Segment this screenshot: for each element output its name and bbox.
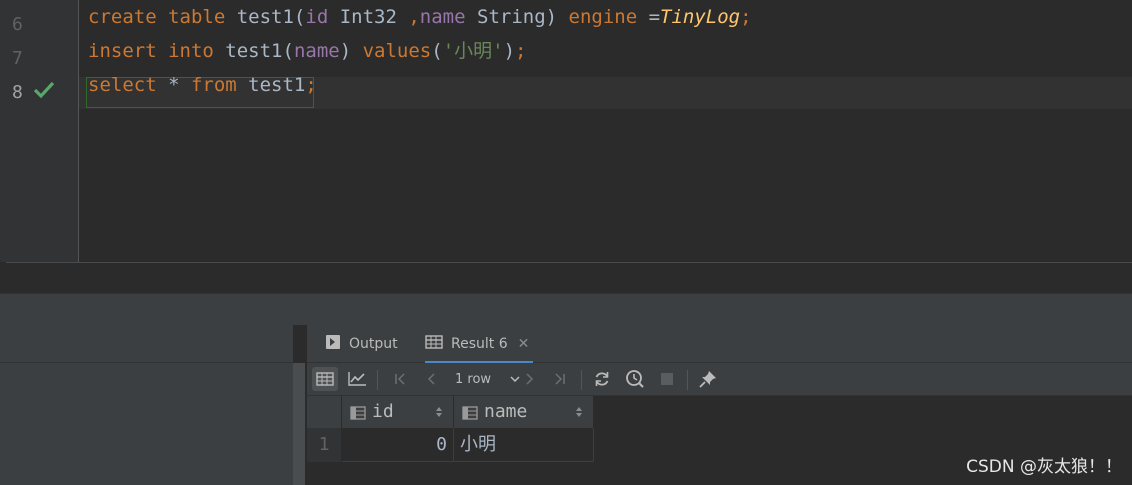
panel-splitter[interactable] (293, 363, 305, 485)
code-token: ; (515, 40, 527, 62)
history-clock-icon[interactable] (622, 367, 648, 391)
result-tab-bar: Output Result 6 ✕ (307, 325, 1132, 364)
last-page-icon[interactable] (547, 367, 573, 391)
result-toolbar (307, 363, 1132, 396)
code-token: values (362, 40, 432, 62)
column-header-label: name (484, 401, 528, 422)
table-view-icon[interactable] (312, 367, 338, 391)
code-line[interactable]: create table test1(id Int32 ,name String… (88, 0, 752, 34)
code-token: , (408, 6, 420, 28)
column-header-id[interactable]: id (342, 396, 454, 428)
row-number-header (307, 396, 342, 428)
sort-toggle-icon[interactable] (435, 396, 443, 418)
code-token: from (190, 74, 237, 96)
line-number-gutter: 6 7 8 (0, 0, 79, 262)
code-token: name (419, 6, 466, 28)
gutter-line[interactable]: 8 (0, 76, 78, 110)
stop-icon[interactable] (654, 367, 680, 391)
editor-footer-strip (0, 263, 1132, 293)
row-count-selector[interactable]: 1 row (455, 363, 491, 396)
close-icon[interactable]: ✕ (518, 336, 530, 352)
code-token: ) (339, 40, 363, 62)
code-token: ; (740, 6, 752, 28)
code-token: id (305, 6, 329, 28)
line-number: 8 (12, 82, 23, 103)
line-number: 7 (12, 48, 23, 69)
tab-result[interactable]: Result 6 ✕ (425, 325, 534, 364)
code-token: Int32 (328, 6, 409, 28)
code-token: * (156, 74, 191, 96)
code-token: test1 (236, 74, 306, 96)
checkmark-icon (33, 81, 55, 103)
code-line[interactable]: insert into test1(name) values('小明'); (88, 34, 526, 68)
code-token: ) (503, 40, 516, 62)
code-token: table (168, 6, 226, 28)
code-token: ; (305, 74, 317, 96)
code-line[interactable]: select * from test1; (88, 68, 317, 102)
code-token: engine (568, 6, 638, 28)
tab-output[interactable]: Output (325, 325, 398, 363)
gutter-line[interactable]: 7 (0, 42, 78, 76)
watermark: CSDN @灰太狼！！ (966, 457, 1122, 477)
next-page-icon[interactable] (516, 367, 542, 391)
code-token: select (88, 74, 157, 96)
chart-view-icon[interactable] (344, 367, 370, 391)
column-header-name[interactable]: name (454, 396, 594, 428)
pin-tab-icon[interactable] (695, 367, 721, 391)
code-token: insert (88, 40, 157, 62)
code-token: test1( (225, 6, 306, 28)
first-page-icon[interactable] (387, 367, 413, 391)
tab-result-label: Result 6 (451, 336, 508, 352)
code-token: create (88, 6, 157, 28)
console-output-icon (325, 334, 341, 354)
column-type-icon (350, 405, 366, 424)
code-token: '小明' (442, 40, 504, 62)
gutter-line[interactable]: 6 (0, 8, 78, 42)
code-token: test1( (213, 40, 294, 62)
code-token: name (293, 40, 340, 62)
code-token: into (168, 40, 214, 62)
grid-cell-id[interactable]: 0 (342, 428, 454, 462)
column-type-icon (462, 405, 478, 424)
line-number: 6 (12, 14, 23, 35)
row-number[interactable]: 1 (307, 428, 341, 462)
code-token: String) (465, 6, 569, 28)
code-token: ( (431, 40, 443, 62)
column-header-label: id (372, 401, 394, 422)
sort-toggle-icon[interactable] (575, 396, 583, 418)
grid-cell-name[interactable]: 小明 (454, 428, 594, 462)
code-token: = (637, 6, 661, 28)
previous-page-icon[interactable] (419, 367, 445, 391)
code-token: TinyLog (660, 6, 741, 28)
table-grid-icon (425, 334, 443, 354)
tab-output-label: Output (349, 336, 398, 352)
services-tree-panel[interactable] (0, 325, 293, 485)
sql-editor[interactable]: 678 create table test1(id Int32 ,name St… (0, 0, 1132, 262)
services-panel-header (0, 293, 1132, 325)
refresh-icon[interactable] (589, 367, 615, 391)
